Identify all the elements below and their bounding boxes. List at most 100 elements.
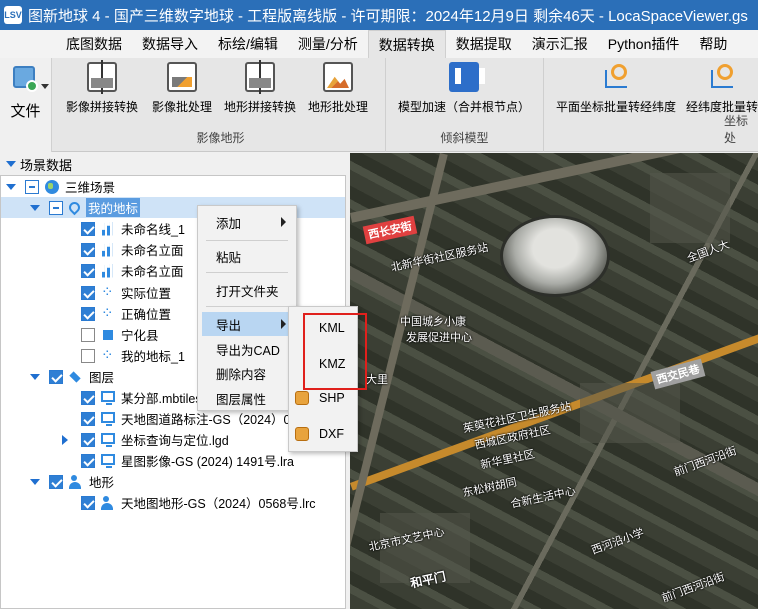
expand-toggle-icon[interactable] xyxy=(59,434,71,446)
map-label: 西长安街 xyxy=(362,215,418,245)
tree-node-label: 坐标查询与定位.lgd xyxy=(121,434,229,448)
dots-icon xyxy=(101,283,115,301)
tab-data-conversion[interactable]: 数据转换 xyxy=(367,30,446,58)
tree-node-label: 三维场景 xyxy=(65,181,116,195)
bars-icon xyxy=(101,263,113,278)
menu-item-label: DXF xyxy=(319,427,344,441)
latlon-batch-button[interactable]: 经纬度批量转 xyxy=(686,62,758,115)
menu-bar: 底图数据 数据导入 标绘/编辑 测量/分析 数据转换 数据提取 演示汇报 Pyt… xyxy=(0,30,758,58)
terrain-batch-button[interactable]: 地形批处理 xyxy=(308,62,368,115)
menu-item-label: 粘贴 xyxy=(216,250,242,265)
menu-item-label: 删除内容 xyxy=(216,367,267,382)
collapse-icon xyxy=(6,161,16,167)
image-batch-label: 影像批处理 xyxy=(152,100,213,114)
menu-item-label: 打开文件夹 xyxy=(216,284,279,299)
menu-divider xyxy=(206,306,288,307)
model-speed-label: 模型加速（合并根节点） xyxy=(398,100,531,114)
map-label: 西河沿小学 xyxy=(589,526,646,557)
export-dxf[interactable]: DXF xyxy=(289,419,357,449)
menu-item-open-folder[interactable]: 打开文件夹 xyxy=(202,278,292,302)
pin-icon xyxy=(66,199,83,216)
checkbox[interactable] xyxy=(81,221,95,236)
checkbox[interactable] xyxy=(49,369,63,384)
map-label: 大里 xyxy=(366,374,388,386)
expand-toggle-icon[interactable] xyxy=(30,476,43,488)
ribbon: 文件 影像拼接转换 影像批处理 地形拼接转换 地形批处理 影像地形 模型加速（合… xyxy=(0,58,758,152)
tree-node-label: 图层 xyxy=(89,371,115,385)
menu-item-label: 导出为CAD xyxy=(216,343,280,358)
file-menu-icon xyxy=(11,64,49,94)
tree-node-star-image[interactable]: 星图影像-GS (2024) 1491号.lra xyxy=(1,450,345,471)
tab-base-data[interactable]: 底图数据 xyxy=(56,30,132,58)
terrain-mosaic-button[interactable]: 地形拼接转换 xyxy=(224,60,296,115)
checkbox[interactable] xyxy=(81,242,95,257)
tree-node-label: 实际位置 xyxy=(121,287,172,301)
checkbox[interactable] xyxy=(81,453,95,468)
map-label: 前门西河沿街 xyxy=(660,571,727,605)
image-mosaic-button[interactable]: 影像拼接转换 xyxy=(66,60,139,115)
highlight-box xyxy=(303,313,367,390)
plane-to-latlon-button[interactable]: 平面坐标批量转经纬度 xyxy=(556,62,676,115)
map-view[interactable]: 西长安街 北新华街社区服务站 中国城乡小康 发展促进中心 西交民巷 大里 茱萸花… xyxy=(350,153,758,609)
checkbox[interactable] xyxy=(49,474,63,489)
checkbox[interactable] xyxy=(81,327,95,342)
tab-python-plugin[interactable]: Python插件 xyxy=(598,30,690,58)
checkbox[interactable] xyxy=(81,348,95,363)
menu-item-delete-content[interactable]: 删除内容 xyxy=(202,361,292,385)
ribbon-group-label: 坐标处 xyxy=(724,114,749,145)
map-building xyxy=(650,173,730,243)
checkbox[interactable] xyxy=(81,285,95,300)
tree-node-label: 地形 xyxy=(89,476,115,490)
map-building xyxy=(580,383,680,443)
tree-node-label: 未命名立面 xyxy=(121,265,184,279)
expand-toggle-icon[interactable] xyxy=(6,181,19,193)
image-batch-button[interactable]: 影像批处理 xyxy=(152,62,212,115)
menu-item-add[interactable]: 添加 xyxy=(202,210,292,234)
terrain-mosaic-icon xyxy=(245,60,275,94)
map-label: 合新生活中心 xyxy=(509,485,577,511)
layers-icon xyxy=(69,370,83,384)
monitor-icon xyxy=(101,433,115,447)
tab-plot-edit[interactable]: 标绘/编辑 xyxy=(208,30,288,58)
checkbox[interactable] xyxy=(49,200,63,215)
tree-node-tianditu-terrain[interactable]: 天地图地形-GS（2024）0568号.lrc xyxy=(1,492,345,513)
window-title: 图新地球 4 - 国产三维数字地球 - 工程版离线版 - 许可期限：2024年1… xyxy=(28,7,748,25)
tab-data-import[interactable]: 数据导入 xyxy=(132,30,208,58)
dots-icon xyxy=(101,346,115,364)
tree-node-terrain[interactable]: 地形 xyxy=(1,471,345,492)
menu-item-layer-properties[interactable]: 图层属性 xyxy=(202,386,292,410)
tree-node-label: 天地图地形-GS（2024）0568号.lrc xyxy=(121,497,316,511)
menu-item-export[interactable]: 导出 xyxy=(202,312,292,336)
expand-toggle-icon[interactable] xyxy=(30,202,43,214)
scene-data-header[interactable]: 场景数据 xyxy=(0,153,350,175)
checkbox[interactable] xyxy=(81,411,95,426)
submenu-arrow-icon xyxy=(281,319,286,329)
checkbox[interactable] xyxy=(81,390,95,405)
image-mosaic-label: 影像拼接转换 xyxy=(66,100,139,114)
checkbox[interactable] xyxy=(81,306,95,321)
tab-measure-analysis[interactable]: 测量/分析 xyxy=(288,30,368,58)
tree-node-3d-scene[interactable]: 三维场景 xyxy=(1,176,345,197)
map-label: 中国城乡小康 xyxy=(400,316,466,328)
file-label: 文件 xyxy=(10,103,41,120)
menu-item-paste[interactable]: 粘贴 xyxy=(202,244,292,268)
menu-item-label: SHP xyxy=(319,391,345,405)
tab-data-extract[interactable]: 数据提取 xyxy=(446,30,522,58)
checkbox[interactable] xyxy=(81,495,95,510)
checkbox[interactable] xyxy=(81,432,95,447)
tree-node-label: 正确位置 xyxy=(121,308,172,322)
file-button[interactable]: 文件 xyxy=(0,58,52,152)
tab-presentation[interactable]: 演示汇报 xyxy=(522,30,598,58)
model-speed-button[interactable]: 模型加速（合并根节点） xyxy=(398,62,530,115)
tab-help[interactable]: 帮助 xyxy=(689,30,737,58)
terrain-batch-icon xyxy=(323,62,353,92)
context-menu: 添加 粘贴 打开文件夹 导出 导出为CAD 删除内容 图层属性 xyxy=(197,205,297,411)
checkbox[interactable] xyxy=(25,179,39,194)
tree-node-label: 我的地标 xyxy=(86,198,141,217)
expand-toggle-icon[interactable] xyxy=(30,371,43,383)
monitor-icon xyxy=(101,391,115,405)
menu-item-export-cad[interactable]: 导出为CAD xyxy=(202,337,292,361)
bars-icon xyxy=(101,242,113,257)
monitor-icon xyxy=(101,412,115,426)
checkbox[interactable] xyxy=(81,263,95,278)
